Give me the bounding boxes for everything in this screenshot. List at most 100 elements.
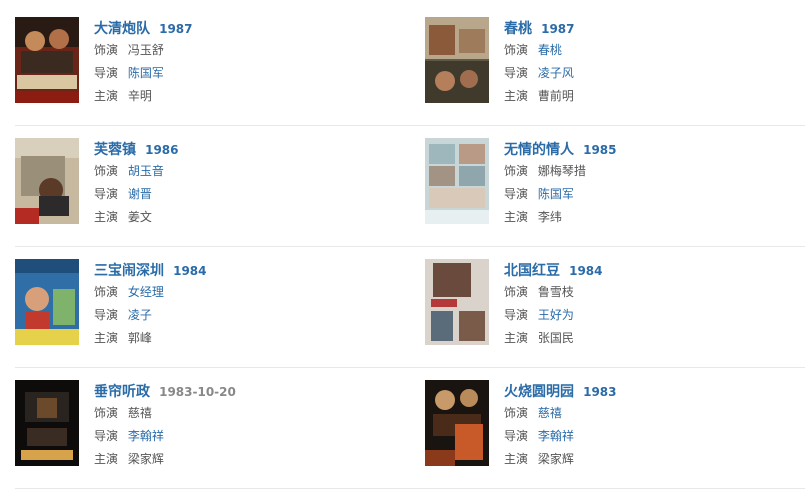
film-card: 火烧圆明园 1983 饰演 慈禧 导演 李翰祥 主演 梁家辉	[425, 380, 805, 466]
film-title[interactable]: 大清炮队	[94, 21, 150, 37]
actor-label: 饰演	[94, 285, 119, 299]
film-year: 1986	[145, 143, 179, 157]
film-title[interactable]: 垂帘听政	[94, 384, 150, 400]
actor-link[interactable]: 女经理	[128, 285, 164, 299]
lead-line: 主演 姜文	[94, 206, 179, 229]
lead-line: 主演 张国民	[504, 327, 603, 350]
director-link[interactable]: 李翰祥	[538, 429, 574, 443]
film-list: 大清炮队 1987 饰演 冯玉舒 导演 陈国军 主演 辛明 春桃 1987 饰演…	[15, 5, 805, 489]
actor-line: 饰演 慈禧	[94, 402, 236, 425]
film-poster[interactable]	[425, 17, 489, 103]
director-label: 导演	[94, 308, 119, 322]
actor-line: 饰演 娜梅琴措	[504, 160, 617, 183]
director-line: 导演 李翰祥	[94, 425, 236, 448]
actor-value: 慈禧	[127, 406, 152, 420]
actor-line: 饰演 女经理	[94, 281, 207, 304]
director-link[interactable]: 陈国军	[538, 187, 574, 201]
director-label: 导演	[504, 187, 529, 201]
film-card: 芙蓉镇 1986 饰演 胡玉音 导演 谢晋 主演 姜文	[15, 138, 395, 224]
director-link[interactable]: 谢晋	[128, 187, 152, 201]
film-title[interactable]: 芙蓉镇	[94, 142, 136, 158]
film-title-line: 芙蓉镇 1986	[94, 138, 179, 160]
director-link[interactable]: 陈国军	[128, 66, 164, 80]
film-poster[interactable]	[15, 138, 79, 224]
actor-line: 饰演 胡玉音	[94, 160, 179, 183]
film-year: 1984	[173, 264, 207, 278]
lead-value: 梁家辉	[127, 452, 164, 466]
lead-line: 主演 李纬	[504, 206, 617, 229]
film-year: 1987	[541, 22, 575, 36]
actor-link[interactable]: 胡玉音	[128, 164, 164, 178]
film-title[interactable]: 无情的情人	[504, 142, 574, 158]
film-poster[interactable]	[425, 380, 489, 466]
film-year: 1985	[583, 143, 617, 157]
film-poster[interactable]	[425, 138, 489, 224]
lead-label: 主演	[94, 210, 119, 224]
director-label: 导演	[94, 187, 119, 201]
actor-line: 饰演 春桃	[504, 39, 575, 62]
film-poster[interactable]	[425, 259, 489, 345]
film-card: 垂帘听政 1983-10-20 饰演 慈禧 导演 李翰祥 主演 梁家辉	[15, 380, 395, 466]
film-title-line: 春桃 1987	[504, 17, 575, 39]
actor-label: 饰演	[94, 164, 119, 178]
director-label: 导演	[504, 429, 529, 443]
lead-value: 梁家辉	[537, 452, 574, 466]
lead-value: 曹前明	[537, 89, 574, 103]
lead-line: 主演 辛明	[94, 85, 193, 108]
director-line: 导演 李翰祥	[504, 425, 617, 448]
film-title-line: 无情的情人 1985	[504, 138, 617, 160]
film-title-line: 垂帘听政 1983-10-20	[94, 380, 236, 402]
director-label: 导演	[94, 429, 119, 443]
lead-label: 主演	[94, 331, 119, 345]
actor-label: 饰演	[94, 43, 119, 57]
film-title[interactable]: 火烧圆明园	[504, 384, 574, 400]
film-poster[interactable]	[15, 380, 79, 466]
director-link[interactable]: 凌子	[128, 308, 152, 322]
film-info: 三宝闹深圳 1984 饰演 女经理 导演 凌子 主演 郭峰	[94, 259, 207, 350]
director-link[interactable]: 凌子风	[538, 66, 574, 80]
director-line: 导演 谢晋	[94, 183, 179, 206]
actor-line: 饰演 冯玉舒	[94, 39, 193, 62]
film-title[interactable]: 北国红豆	[504, 263, 560, 279]
actor-label: 饰演	[504, 285, 529, 299]
film-info: 大清炮队 1987 饰演 冯玉舒 导演 陈国军 主演 辛明	[94, 17, 193, 108]
film-title[interactable]: 三宝闹深圳	[94, 263, 164, 279]
director-label: 导演	[504, 66, 529, 80]
actor-link[interactable]: 春桃	[538, 43, 562, 57]
director-link[interactable]: 李翰祥	[128, 429, 164, 443]
lead-value: 张国民	[537, 331, 574, 345]
lead-label: 主演	[504, 452, 529, 466]
film-title-line: 大清炮队 1987	[94, 17, 193, 39]
film-year: 1983	[583, 385, 617, 399]
director-link[interactable]: 王好为	[538, 308, 574, 322]
actor-label: 饰演	[504, 164, 529, 178]
film-title-line: 北国红豆 1984	[504, 259, 603, 281]
director-line: 导演 陈国军	[504, 183, 617, 206]
film-card: 春桃 1987 饰演 春桃 导演 凌子风 主演 曹前明	[425, 17, 805, 103]
film-year: 1984	[569, 264, 603, 278]
actor-label: 饰演	[504, 43, 529, 57]
film-title[interactable]: 春桃	[504, 21, 532, 37]
lead-line: 主演 郭峰	[94, 327, 207, 350]
lead-label: 主演	[504, 210, 529, 224]
film-row: 芙蓉镇 1986 饰演 胡玉音 导演 谢晋 主演 姜文 无情的情人 1985 饰…	[15, 126, 805, 247]
film-title-line: 火烧圆明园 1983	[504, 380, 617, 402]
film-year: 1987	[159, 22, 193, 36]
film-card: 无情的情人 1985 饰演 娜梅琴措 导演 陈国军 主演 李纬	[425, 138, 805, 224]
film-poster[interactable]	[15, 17, 79, 103]
lead-line: 主演 曹前明	[504, 85, 575, 108]
film-row: 三宝闹深圳 1984 饰演 女经理 导演 凌子 主演 郭峰 北国红豆 1984 …	[15, 247, 805, 368]
film-row: 大清炮队 1987 饰演 冯玉舒 导演 陈国军 主演 辛明 春桃 1987 饰演…	[15, 5, 805, 126]
director-label: 导演	[94, 66, 119, 80]
lead-label: 主演	[94, 89, 119, 103]
lead-label: 主演	[94, 452, 119, 466]
director-label: 导演	[504, 308, 529, 322]
lead-line: 主演 梁家辉	[94, 448, 236, 471]
actor-line: 饰演 慈禧	[504, 402, 617, 425]
lead-label: 主演	[504, 331, 529, 345]
actor-link[interactable]: 慈禧	[538, 406, 562, 420]
lead-label: 主演	[504, 89, 529, 103]
film-info: 北国红豆 1984 饰演 鲁雪枝 导演 王好为 主演 张国民	[504, 259, 603, 350]
film-poster[interactable]	[15, 259, 79, 345]
row-divider	[15, 488, 805, 489]
